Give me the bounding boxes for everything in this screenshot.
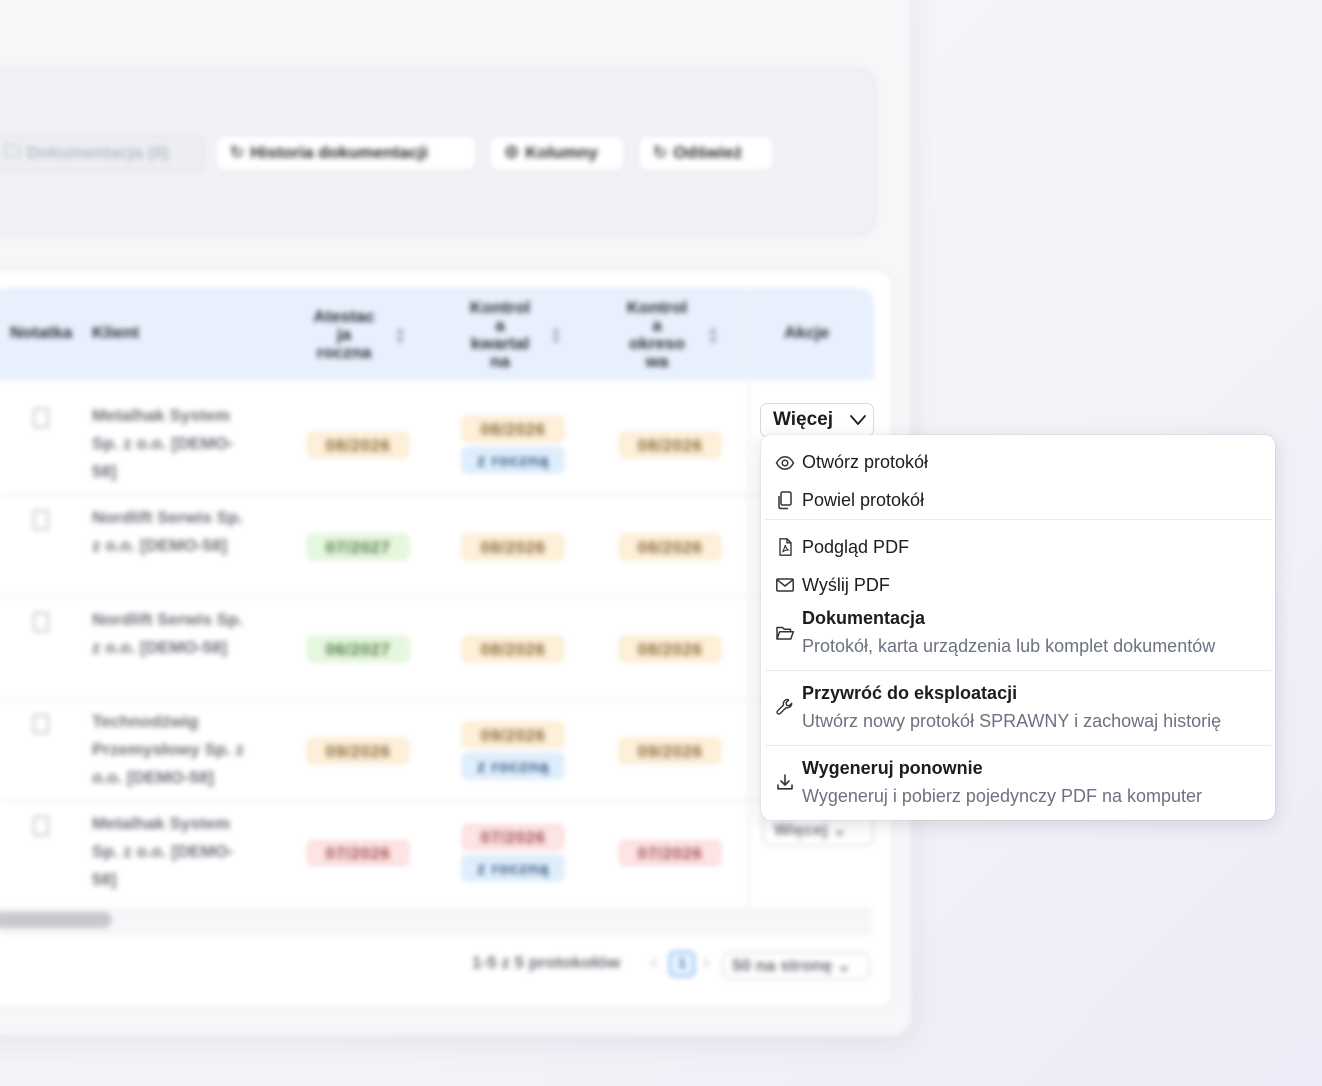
annual-note-badge: z roczną xyxy=(462,753,564,779)
atestacja-badge: 09/2026 xyxy=(307,738,409,764)
pdf-file-icon xyxy=(779,538,792,556)
copy-icon xyxy=(778,491,792,510)
client-name: Technodźwig Przemysłowy Sp. z o.o. [DEMO… xyxy=(92,712,245,787)
okresowa-badge: 08/2026 xyxy=(619,432,721,458)
horizontal-scrollbar[interactable] xyxy=(0,908,872,934)
folder-open-icon xyxy=(776,626,795,640)
menu-item-regenerate[interactable]: Wygeneruj ponownie Wygeneruj i pobierz p… xyxy=(761,754,1275,816)
documentation-button[interactable]: 🗀 Dokumentacja (0) xyxy=(0,134,206,172)
note-icon[interactable] xyxy=(33,408,49,428)
sort-icon[interactable]: ▲ ▼ xyxy=(550,324,562,346)
scrollbar-thumb[interactable] xyxy=(0,912,112,928)
per-page-select[interactable]: 50 na stronę ⌄ xyxy=(722,952,870,980)
sort-icon[interactable]: ▲ ▼ xyxy=(707,324,719,346)
note-icon[interactable] xyxy=(33,612,49,632)
columns-button[interactable]: ⚙ Kolumny xyxy=(488,134,626,172)
header-klient[interactable]: Klient xyxy=(92,324,139,342)
header-kwartalna[interactable]: Kontrol a kwartal na ▲ ▼ xyxy=(456,299,562,371)
client-name: Nordlift Serwis Sp. z o.o. [DEMO-58] xyxy=(92,610,244,657)
menu-item-send-pdf[interactable]: Wyślij PDF xyxy=(761,566,1275,604)
kwartalna-badge: 08/2026 xyxy=(462,636,564,662)
menu-item-documentation[interactable]: Dokumentacja Protokół, karta urządzenia … xyxy=(761,604,1275,666)
atestacja-badge: 07/2027 xyxy=(307,534,409,560)
page-number[interactable]: 1 xyxy=(669,951,695,977)
kwartalna-badge: 08/2026 xyxy=(462,534,564,560)
menu-divider xyxy=(765,519,1271,520)
pagination-summary: 1-5 z 5 protokołów xyxy=(472,953,621,972)
menu-divider xyxy=(765,670,1271,671)
client-name: Metalhak System Sp. z o.o. [DEMO- 58] xyxy=(92,406,234,481)
annual-note-badge: z roczną xyxy=(462,447,564,473)
kwartalna-badge: 09/2026 xyxy=(462,722,564,748)
menu-item-pdf-preview[interactable]: Podgląd PDF xyxy=(761,528,1275,566)
wrench-icon xyxy=(776,698,793,715)
header-notatka[interactable]: Notatka xyxy=(10,324,72,342)
menu-item-open-protocol[interactable]: Otwórz protokół xyxy=(761,443,1275,481)
okresowa-badge: 08/2026 xyxy=(619,636,721,662)
client-name: Nordlift Serwis Sp. z o.o. [DEMO-58] xyxy=(92,508,244,555)
sort-icon[interactable]: ▲ ▼ xyxy=(394,324,406,346)
note-icon[interactable] xyxy=(33,510,49,530)
menu-item-duplicate-protocol[interactable]: Powiel protokół xyxy=(761,481,1275,519)
row-divider xyxy=(0,596,872,598)
kwartalna-badge: 07/2026 xyxy=(462,824,564,850)
atestacja-badge: 08/2026 xyxy=(307,432,409,458)
actions-dropdown-menu: Otwórz protokół Powiel protokół Podgląd … xyxy=(761,435,1275,820)
refresh-button[interactable]: ↻ Odśwież xyxy=(637,134,775,172)
download-icon xyxy=(777,774,793,790)
history-button[interactable]: ↻ Historia dokumentacji xyxy=(214,134,478,172)
mail-icon xyxy=(776,578,794,592)
menu-item-restore-to-operation[interactable]: Przywróć do eksploatacji Utwórz nowy pro… xyxy=(761,679,1275,741)
kwartalna-badge: 08/2026 xyxy=(462,416,564,442)
client-name: Metalhak System Sp. z o.o. [DEMO- 58] xyxy=(92,814,234,889)
prev-page-icon[interactable]: ‹ xyxy=(651,952,657,973)
chevron-down-icon xyxy=(850,415,866,425)
okresowa-badge: 08/2026 xyxy=(619,534,721,560)
okresowa-badge: 07/2026 xyxy=(619,840,721,866)
refresh-icon: ↻ xyxy=(653,143,668,162)
row-divider xyxy=(0,800,872,802)
note-icon[interactable] xyxy=(33,714,49,734)
note-icon[interactable] xyxy=(33,816,49,836)
history-icon: ↻ xyxy=(230,143,245,162)
row-divider xyxy=(0,494,872,496)
menu-divider xyxy=(765,745,1271,746)
atestacja-badge: 07/2026 xyxy=(307,840,409,866)
next-page-icon[interactable]: › xyxy=(703,952,709,973)
header-atestacja[interactable]: Atestac ja roczna ▲ ▼ xyxy=(300,308,406,362)
folder-icon: 🗀 xyxy=(4,141,21,161)
row-divider xyxy=(0,698,872,700)
more-button[interactable]: Więcej xyxy=(760,403,874,437)
header-akcje: Akcje xyxy=(784,323,830,342)
gear-icon: ⚙ xyxy=(504,143,520,162)
annual-note-badge: z roczną xyxy=(462,855,564,881)
eye-icon xyxy=(775,456,795,470)
atestacja-badge: 06/2027 xyxy=(307,636,409,662)
header-okresowa[interactable]: Kontrol a okreso wa ▲ ▼ xyxy=(613,299,719,371)
okresowa-badge: 09/2026 xyxy=(619,738,721,764)
